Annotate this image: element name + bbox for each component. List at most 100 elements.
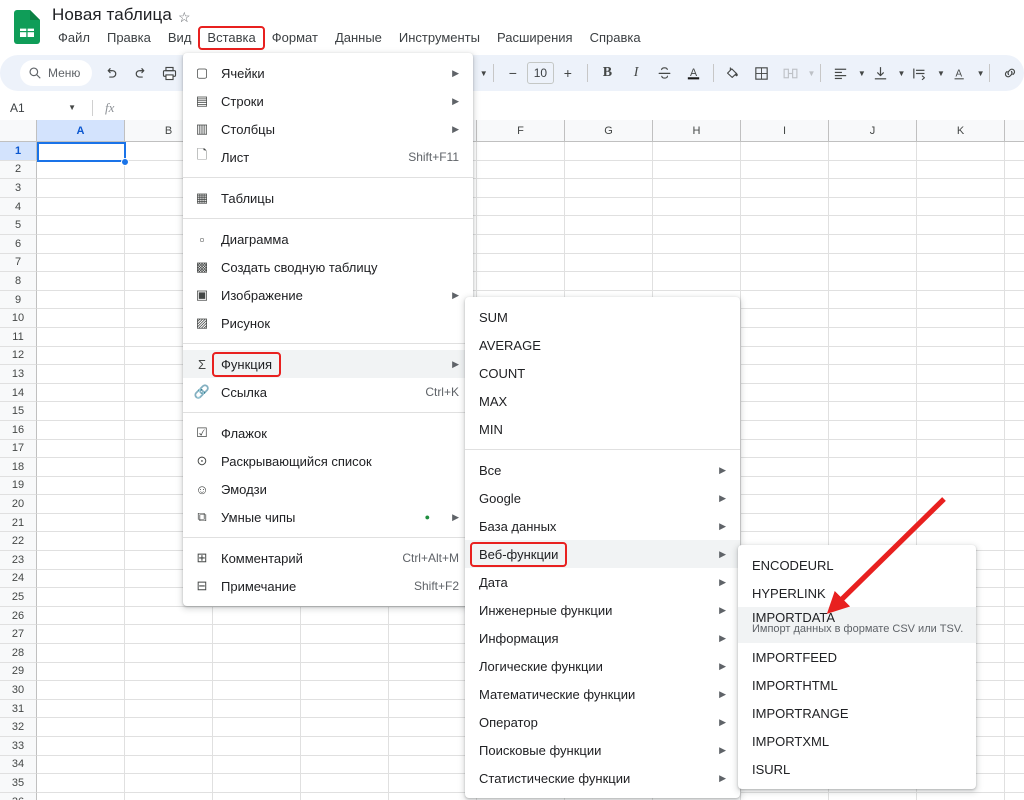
function-menu-item-дата[interactable]: Дата ▶: [465, 568, 740, 596]
cell-G3[interactable]: [565, 179, 653, 198]
cell-E30[interactable]: [389, 681, 477, 700]
cell-L7[interactable]: [1005, 253, 1024, 273]
cell-G2[interactable]: [565, 160, 653, 180]
function-menu-item-average[interactable]: AVERAGE: [465, 331, 740, 359]
cell-E29[interactable]: [389, 662, 477, 682]
cell-D34[interactable]: [301, 755, 389, 775]
insert-menu-item-ячейки[interactable]: ▢ Ячейки ▶: [183, 59, 473, 87]
cell-K10[interactable]: [917, 309, 1005, 328]
select-all-corner[interactable]: [0, 120, 37, 142]
merge-cells-button[interactable]: [779, 60, 802, 86]
row-header-13[interactable]: 13: [0, 365, 37, 384]
menubar-item-view[interactable]: Вид: [160, 28, 200, 48]
cell-L20[interactable]: [1005, 495, 1024, 514]
menubar-item-insert[interactable]: Вставка: [198, 26, 265, 50]
cell-A25[interactable]: [37, 588, 125, 607]
cell-C34[interactable]: [213, 755, 301, 775]
cell-A32[interactable]: [37, 718, 125, 737]
row-header-27[interactable]: 27: [0, 625, 37, 645]
cell-L24[interactable]: [1005, 569, 1024, 589]
cell-I7[interactable]: [741, 253, 829, 273]
function-menu-item-веб-функции[interactable]: Веб-функции ▶: [465, 540, 740, 568]
function-menu-item-все[interactable]: Все ▶: [465, 456, 740, 484]
row-header-33[interactable]: 33: [0, 737, 37, 756]
cell-G8[interactable]: [565, 272, 653, 291]
row-header-15[interactable]: 15: [0, 402, 37, 421]
menubar-item-format[interactable]: Формат: [264, 28, 326, 48]
row-header-28[interactable]: 28: [0, 644, 37, 663]
cell-G5[interactable]: [565, 216, 653, 235]
cell-H2[interactable]: [653, 160, 741, 180]
insert-menu-item-столбцы[interactable]: ▥ Столбцы ▶: [183, 115, 473, 143]
cell-K4[interactable]: [917, 197, 1005, 217]
cell-E31[interactable]: [389, 699, 477, 719]
cell-A21[interactable]: [37, 513, 125, 533]
document-title[interactable]: Новая таблица: [52, 5, 172, 25]
cell-D29[interactable]: [301, 662, 389, 682]
insert-menu-item-ссылка[interactable]: 🔗 Ссылка Ctrl+K: [183, 378, 473, 406]
cell-A4[interactable]: [37, 197, 125, 217]
cell-I36[interactable]: [741, 792, 829, 800]
cell-A6[interactable]: [37, 234, 125, 254]
cell-E33[interactable]: [389, 737, 477, 756]
cell-J18[interactable]: [829, 458, 917, 477]
cell-L26[interactable]: [1005, 606, 1024, 626]
borders-button[interactable]: [750, 60, 773, 86]
cell-J4[interactable]: [829, 197, 917, 217]
row-header-5[interactable]: 5: [0, 216, 37, 235]
function-menu-item-инженерные-функции[interactable]: Инженерные функции ▶: [465, 596, 740, 624]
cell-D36[interactable]: [301, 792, 389, 800]
cell-A20[interactable]: [37, 495, 125, 514]
cell-L17[interactable]: [1005, 439, 1024, 459]
cell-F4[interactable]: [477, 197, 565, 217]
cell-A33[interactable]: [37, 737, 125, 756]
cell-C36[interactable]: [213, 792, 301, 800]
cell-L12[interactable]: [1005, 346, 1024, 366]
cell-J10[interactable]: [829, 309, 917, 328]
menubar-item-file[interactable]: Файл: [50, 28, 98, 48]
row-header-36[interactable]: 36: [0, 792, 37, 800]
cell-E36[interactable]: [389, 792, 477, 800]
column-header-k[interactable]: K: [917, 120, 1005, 142]
cell-L13[interactable]: [1005, 365, 1024, 384]
row-header-23[interactable]: 23: [0, 551, 37, 570]
cell-H6[interactable]: [653, 234, 741, 254]
column-header-j[interactable]: J: [829, 120, 917, 142]
cell-J20[interactable]: [829, 495, 917, 514]
cell-K6[interactable]: [917, 234, 1005, 254]
function-submenu-panel[interactable]: SUM AVERAGE COUNT MAX MIN Все ▶ Google ▶ База дан…: [465, 297, 740, 798]
cell-I16[interactable]: [741, 420, 829, 440]
cell-E26[interactable]: [389, 606, 477, 626]
cell-A5[interactable]: [37, 216, 125, 235]
star-icon[interactable]: ☆: [178, 9, 191, 26]
cell-J15[interactable]: [829, 402, 917, 421]
cell-A13[interactable]: [37, 365, 125, 384]
cell-B31[interactable]: [125, 699, 213, 719]
cell-I1[interactable]: [741, 142, 829, 161]
row-header-22[interactable]: 22: [0, 532, 37, 552]
cell-J13[interactable]: [829, 365, 917, 384]
row-header-1[interactable]: 1: [0, 142, 37, 161]
cell-A29[interactable]: [37, 662, 125, 682]
cell-J36[interactable]: [829, 792, 917, 800]
merge-chevron-down-icon[interactable]: ▼: [807, 69, 815, 78]
column-header-g[interactable]: G: [565, 120, 653, 142]
cell-A3[interactable]: [37, 179, 125, 198]
row-header-10[interactable]: 10: [0, 309, 37, 328]
cell-I4[interactable]: [741, 197, 829, 217]
cell-B29[interactable]: [125, 662, 213, 682]
row-header-14[interactable]: 14: [0, 383, 37, 403]
cell-A24[interactable]: [37, 569, 125, 589]
insert-menu-panel[interactable]: ▢ Ячейки ▶ ▤ Строки ▶ ▥ Столбцы ▶ 🗋 Лист Shift+F11 ▦…: [183, 53, 473, 606]
halign-chevron-down-icon[interactable]: ▼: [858, 69, 866, 78]
cell-A10[interactable]: [37, 309, 125, 328]
cell-A28[interactable]: [37, 644, 125, 663]
cell-A17[interactable]: [37, 439, 125, 459]
column-header-l[interactable]: L: [1005, 120, 1024, 142]
cell-I19[interactable]: [741, 476, 829, 496]
cell-I5[interactable]: [741, 216, 829, 235]
font-size-decrease-button[interactable]: −: [502, 60, 525, 86]
row-header-34[interactable]: 34: [0, 755, 37, 775]
cell-L28[interactable]: [1005, 644, 1024, 663]
cell-A1[interactable]: [37, 142, 125, 161]
